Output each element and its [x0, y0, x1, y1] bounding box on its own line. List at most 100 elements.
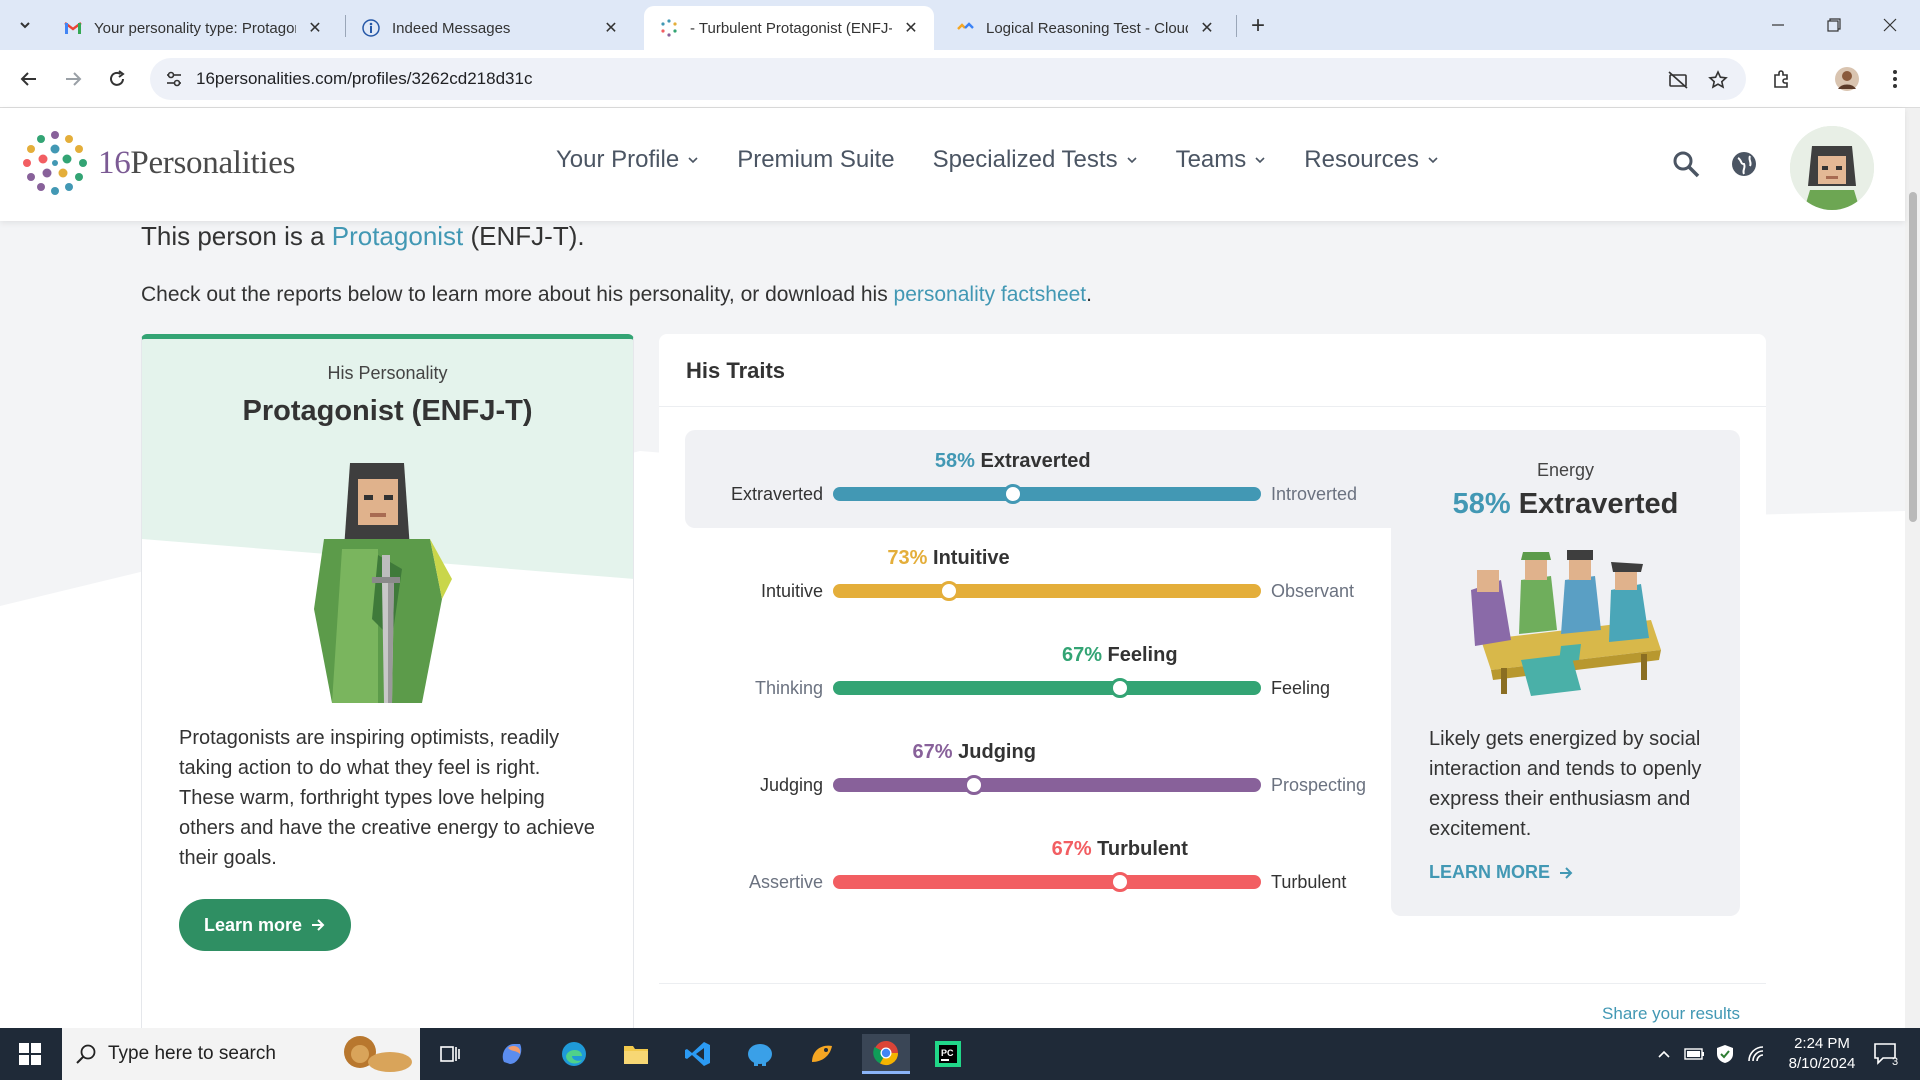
close-tab-icon[interactable]: ✕ — [602, 19, 620, 37]
close-icon — [1883, 18, 1897, 32]
bookmark-star-icon[interactable] — [1706, 68, 1730, 92]
battery-status[interactable] — [1682, 1028, 1708, 1080]
16personalities-icon — [660, 19, 678, 37]
trait-heading: 73% Intuitive — [887, 547, 1010, 569]
security-status[interactable] — [1712, 1028, 1738, 1080]
nav-teams[interactable]: Teams — [1176, 146, 1267, 174]
nav-label: Premium Suite — [737, 146, 895, 173]
energy-learn-more-label: LEARN MORE — [1429, 862, 1550, 882]
taskbar-pycharm[interactable]: PC — [924, 1034, 972, 1074]
learn-more-button[interactable]: Learn more — [179, 899, 351, 951]
svg-text:PC: PC — [941, 1048, 954, 1058]
personality-label: His Personality — [327, 363, 448, 383]
minimize-button[interactable] — [1750, 0, 1806, 50]
chrome-menu-button[interactable] — [1880, 64, 1910, 94]
restore-button[interactable] — [1806, 0, 1862, 50]
gmail-icon — [64, 19, 82, 37]
scrollbar-thumb[interactable] — [1909, 192, 1917, 522]
energy-label: Energy — [1536, 460, 1595, 480]
taskbar-search-placeholder: Type here to search — [108, 1043, 276, 1064]
site-logo[interactable]: 16Personalities — [22, 130, 295, 196]
notification-center-button[interactable]: 3 — [1866, 1028, 1906, 1080]
trait-right-label: Prospecting — [1271, 775, 1367, 795]
page-scrollbar[interactable] — [1905, 108, 1920, 1028]
tab-16personalities[interactable]: - Turbulent Protagonist (ENFJ-T ✕ — [644, 6, 934, 50]
pycharm-icon: PC — [935, 1041, 961, 1067]
nav-your-profile[interactable]: Your Profile — [556, 146, 699, 174]
taskbar-app-elephant[interactable] — [736, 1034, 784, 1074]
nav-resources[interactable]: Resources — [1304, 146, 1439, 174]
network-status[interactable] — [1744, 1028, 1770, 1080]
taskbar-file-explorer[interactable] — [612, 1034, 660, 1074]
nav-specialized-tests[interactable]: Specialized Tests — [933, 146, 1138, 174]
energy-value: 58% Extraverted — [1452, 488, 1679, 520]
close-window-button[interactable] — [1862, 0, 1918, 50]
task-view-icon — [440, 1046, 460, 1062]
nav-premium-suite[interactable]: Premium Suite — [737, 146, 894, 174]
tab-title: Your personality type: Protagonist — [94, 19, 296, 37]
factsheet-link[interactable]: personality factsheet — [894, 283, 1087, 306]
address-bar[interactable]: 16personalities.com/profiles/3262cd218d3… — [150, 58, 1746, 100]
chevron-down-icon — [1428, 157, 1438, 164]
taskbar-clock[interactable]: 2:24 PM 8/10/2024 — [1772, 1034, 1872, 1074]
trait-row-judging[interactable]: 67% Judging Judging Prospecting — [685, 721, 1391, 801]
profile-avatar-icon — [1835, 67, 1859, 91]
tab-gmail[interactable]: Your personality type: Protagonist ✕ — [48, 6, 338, 50]
taskbar-vscode[interactable] — [674, 1034, 722, 1074]
trait-left-label: Thinking — [754, 678, 823, 698]
user-avatar[interactable] — [1790, 126, 1874, 210]
extensions-button[interactable] — [1766, 64, 1796, 94]
trait-right-label: Turbulent — [1271, 872, 1347, 892]
new-tab-button[interactable]: + — [1244, 12, 1272, 40]
start-button[interactable] — [0, 1028, 60, 1080]
trait-row-intuitive[interactable]: 73% Intuitive Intuitive Observant — [685, 527, 1391, 607]
puzzle-icon — [1774, 70, 1788, 88]
nav-label: Your Profile — [556, 146, 680, 173]
forward-button[interactable] — [58, 64, 88, 94]
trait-row-feeling[interactable]: 67% Feeling Thinking Feeling — [685, 624, 1391, 704]
clock-time: 2:24 PM — [1794, 1035, 1850, 1052]
show-hidden-icons-button[interactable] — [1652, 1028, 1676, 1080]
back-button[interactable] — [14, 64, 44, 94]
camera-blocked-icon[interactable] — [1666, 68, 1690, 92]
taskbar-search[interactable]: Type here to search — [62, 1028, 420, 1080]
traits-title: His Traits — [686, 358, 786, 383]
trait-left-label: Assertive — [748, 872, 823, 892]
trait-bar — [833, 875, 1261, 889]
chevron-up-icon — [1658, 1050, 1670, 1058]
extraverted-illustration — [1471, 550, 1661, 696]
arrow-right-icon — [66, 72, 82, 86]
close-tab-icon[interactable]: ✕ — [902, 19, 920, 37]
wifi-icon — [1748, 1046, 1764, 1062]
protagonist-link[interactable]: Protagonist — [332, 221, 464, 251]
taskbar-chrome[interactable] — [862, 1034, 910, 1074]
tab-search-button[interactable] — [12, 12, 38, 38]
site-search-button[interactable] — [1670, 148, 1702, 180]
reload-button[interactable] — [102, 64, 132, 94]
taskbar-app-orange[interactable] — [798, 1034, 846, 1074]
search-icon — [76, 1044, 96, 1064]
tab-indeed[interactable]: Indeed Messages ✕ — [346, 6, 634, 50]
site-header: 16Personalities Your Profile Premium Sui… — [0, 108, 1905, 221]
profile-page: This person is a Protagonist (ENFJ-T). C… — [0, 221, 1905, 1028]
profile-button[interactable] — [1832, 64, 1862, 94]
taskbar-copilot[interactable] — [488, 1034, 536, 1074]
restore-icon — [1827, 18, 1841, 32]
share-results-link[interactable]: Share your results — [1602, 1004, 1740, 1024]
tab-logical-reasoning[interactable]: Logical Reasoning Test - Cloud ✕ — [940, 6, 1230, 50]
tab-title: Indeed Messages — [392, 19, 511, 37]
task-view-button[interactable] — [426, 1034, 474, 1074]
site-info-icon[interactable] — [164, 69, 184, 89]
close-tab-icon[interactable]: ✕ — [1198, 19, 1216, 37]
close-tab-icon[interactable]: ✕ — [306, 19, 324, 37]
language-button[interactable] — [1728, 148, 1760, 180]
trait-row-turbulent[interactable]: 67% Turbulent Assertive Turbulent — [685, 818, 1391, 898]
trait-left-label: Intuitive — [760, 581, 823, 601]
divider — [659, 983, 1766, 984]
shield-icon — [1717, 1045, 1733, 1063]
tab-title: - Turbulent Protagonist (ENFJ-T — [690, 19, 892, 37]
trait-row-extraverted[interactable]: 58% Extraverted Extraverted Introverted — [685, 430, 1391, 510]
energy-learn-more-link[interactable]: LEARN MORE — [1429, 862, 1574, 883]
browser-tab-bar: Your personality type: Protagonist ✕ Ind… — [0, 0, 1920, 50]
taskbar-edge[interactable] — [550, 1034, 598, 1074]
